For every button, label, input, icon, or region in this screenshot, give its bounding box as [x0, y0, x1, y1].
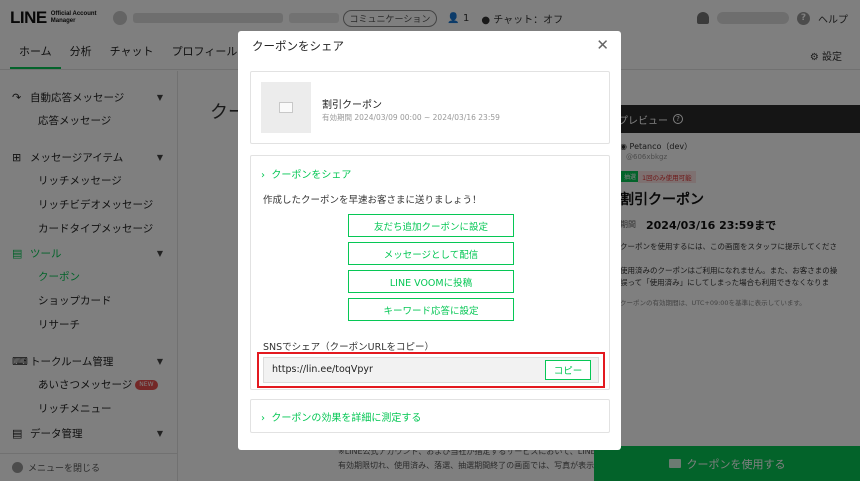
- image-placeholder-icon: [279, 102, 293, 113]
- coupon-thumbnail: [261, 82, 311, 133]
- send-as-message-button[interactable]: メッセージとして配信: [348, 242, 514, 265]
- share-coupon-dialog: クーポンをシェア ✕ 割引クーポン 有効期間 2024/03/09 00:00 …: [238, 31, 621, 450]
- close-icon[interactable]: ✕: [596, 38, 609, 53]
- coupon-summary-card: 割引クーポン 有効期間 2024/03/09 00:00 ~ 2024/03/1…: [250, 71, 610, 144]
- coupon-name: 割引クーポン: [322, 100, 382, 111]
- dialog-header: クーポンをシェア ✕: [238, 31, 621, 61]
- share-section-toggle[interactable]: › クーポンをシェア: [261, 166, 351, 181]
- copy-url-button[interactable]: コピー: [545, 360, 591, 380]
- measure-section: › クーポンの効果を詳細に測定する: [250, 399, 610, 433]
- set-friend-coupon-button[interactable]: 友だち追加クーポンに設定: [348, 214, 514, 237]
- post-to-voom-button[interactable]: LINE VOOMに投稿: [348, 270, 514, 293]
- coupon-url-field: コピー: [263, 357, 599, 383]
- measure-section-toggle[interactable]: › クーポンの効果を詳細に測定する: [261, 409, 421, 424]
- coupon-url-input[interactable]: [272, 364, 532, 375]
- share-section: › クーポンをシェア 作成したクーポンを早速お客さまに送りましょう！ 友だち追加…: [250, 155, 610, 390]
- sns-share-label: SNSでシェア（クーポンURLをコピー）: [263, 342, 435, 353]
- share-description: 作成したクーポンを早速お客さまに送りましょう！: [263, 195, 482, 206]
- dialog-title: クーポンをシェア: [252, 39, 344, 53]
- coupon-period: 有効期間 2024/03/09 00:00 ~ 2024/03/16 23:59: [322, 113, 500, 122]
- set-keyword-reply-button[interactable]: キーワード応答に設定: [348, 298, 514, 321]
